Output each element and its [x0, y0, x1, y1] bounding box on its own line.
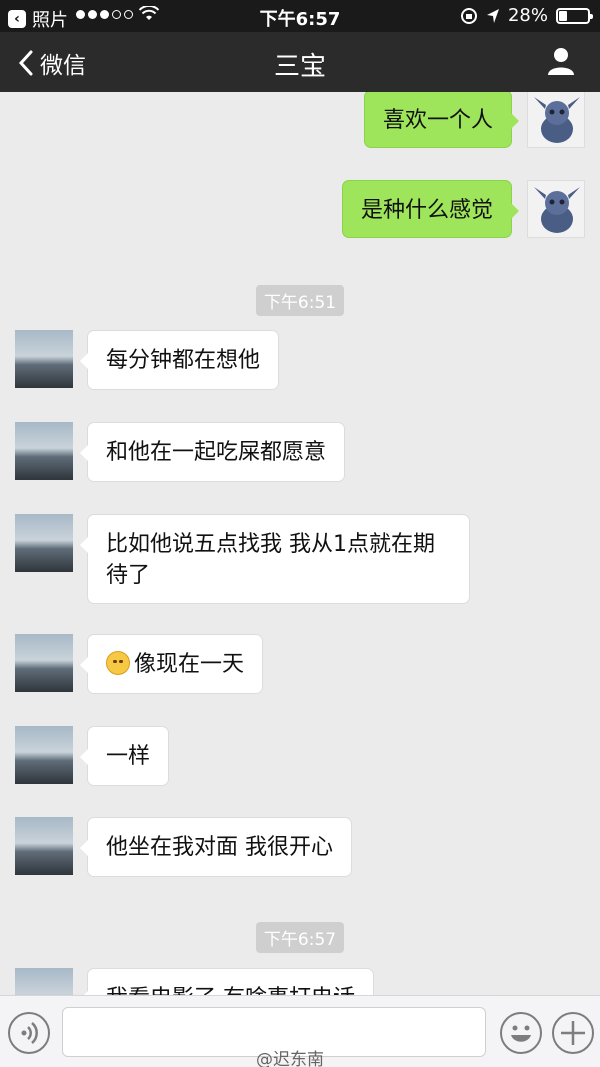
person-icon — [548, 48, 574, 75]
message-bubble-other[interactable]: 和他在一起吃屎都愿意 — [79, 422, 346, 482]
message-bubble-other[interactable]: 比如他说五点找我 我从1点就在期待了 — [80, 514, 470, 604]
avatar-other[interactable] — [15, 330, 73, 388]
timestamp: 下午6:51 — [0, 285, 600, 316]
message-text: 像现在一天 — [134, 652, 245, 677]
message-text: 每分钟都在想他 — [106, 348, 261, 373]
chat-title: 三宝 — [273, 52, 326, 82]
message-bubble-self[interactable]: 喜欢一个人 — [363, 92, 520, 148]
avatar-other[interactable] — [15, 968, 73, 995]
message-bubble-other[interactable]: 每分钟都在想他 — [79, 330, 280, 390]
avatar-other[interactable] — [15, 726, 73, 784]
avatar-other[interactable] — [15, 514, 73, 572]
message-text: 比如他说五点找我 我从1点就在期待了 — [106, 532, 435, 588]
message-text: 和他在一起吃屎都愿意 — [106, 440, 327, 465]
plus-icon — [561, 1021, 585, 1045]
chat-header: 微信 三宝 — [0, 32, 600, 92]
message-text: 他坐在我对面 我很开心 — [106, 835, 333, 860]
battery-icon — [556, 7, 593, 24]
message-bubble-self[interactable]: 是种什么感觉 — [341, 180, 520, 238]
message-bubble-other[interactable]: 一样 — [79, 726, 170, 786]
message-bubble-other[interactable]: 像现在一天 — [79, 634, 264, 694]
smile-emoji-icon — [106, 651, 130, 675]
stitch-avatar-icon — [534, 187, 580, 233]
message-text: 是种什么感觉 — [360, 198, 493, 223]
voice-button[interactable] — [8, 1012, 50, 1054]
message-text: 一样 — [106, 744, 151, 769]
message-text: 喜欢一个人 — [382, 108, 493, 133]
battery-percent: 28% — [507, 5, 548, 26]
timestamp: 下午6:57 — [0, 922, 600, 953]
avatar-self[interactable] — [527, 180, 585, 238]
rotation-lock-icon — [460, 7, 477, 24]
message-text: 我看电影了 有啥事打电话 — [106, 986, 355, 995]
avatar-other[interactable] — [15, 817, 73, 875]
message-bubble-other[interactable]: 他坐在我对面 我很开心 — [80, 817, 352, 877]
voice-icon — [21, 1022, 38, 1044]
message-bubble-other[interactable]: 我看电影了 有啥事打电话 — [80, 968, 374, 995]
status-bar: ‹ 照片 下午6:57 28% — [0, 0, 600, 32]
emoji-button[interactable] — [500, 1012, 542, 1054]
message-list[interactable]: 喜欢一个人 是种什么感觉 下午6:51 每分钟都在想他 和他在一起吃屎都愿意 比… — [0, 92, 600, 995]
avatar-other[interactable] — [15, 422, 73, 480]
watermark: @迟东南 — [256, 1050, 324, 1067]
avatar-self[interactable] — [527, 92, 585, 148]
emoji-icon — [511, 1025, 531, 1042]
more-button[interactable] — [552, 1012, 594, 1054]
location-icon — [486, 8, 499, 23]
profile-button[interactable] — [546, 46, 576, 80]
avatar-other[interactable] — [15, 634, 73, 692]
stitch-avatar-icon — [534, 97, 580, 143]
